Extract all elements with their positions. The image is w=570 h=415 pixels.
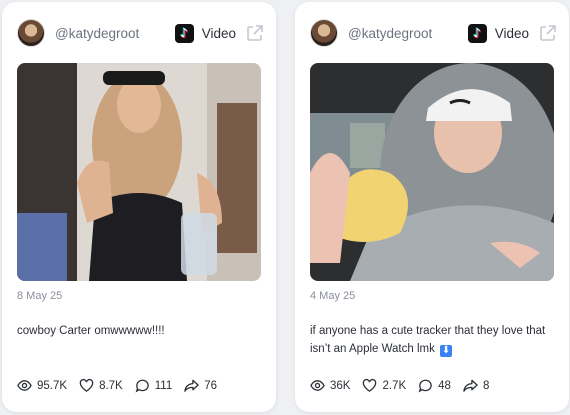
engagement-stats: 95.7K 8.7K 111 76 <box>17 378 229 393</box>
post-date: 8 May 25 <box>17 290 63 302</box>
views-stat: 36K <box>310 378 350 393</box>
username-handle[interactable]: @katydegroot <box>55 26 139 41</box>
likes-count: 2.7K <box>382 379 407 392</box>
comments-count: 48 <box>438 379 451 392</box>
shares-stat: 76 <box>184 378 217 393</box>
platform-label: Video <box>201 25 236 41</box>
comments-stat: 111 <box>135 378 172 393</box>
eye-icon <box>17 380 32 391</box>
username-handle[interactable]: @katydegroot <box>348 26 432 41</box>
share-icon <box>463 379 478 392</box>
share-icon <box>184 379 199 392</box>
card-header: @katydegroot ♪ Video <box>17 18 264 48</box>
caption-text: cowboy Carter omwwwww!!!! <box>17 325 165 337</box>
likes-count: 8.7K <box>99 379 123 392</box>
shares-count: 8 <box>482 379 490 392</box>
comment-icon <box>418 379 432 393</box>
post-date: 4 May 25 <box>310 290 356 302</box>
video-thumbnail[interactable] <box>310 63 554 281</box>
post-caption: if anyone has a cute tracker that they l… <box>310 322 551 358</box>
post-card[interactable]: @katydegroot ♪ Video 8 May 25 cowboy Car… <box>2 2 276 412</box>
video-thumbnail[interactable] <box>17 63 261 281</box>
caption-text: if anyone has a cute tracker that they l… <box>310 325 546 355</box>
post-card[interactable]: @katydegroot ♪ Video 4 May 25 if anyone … <box>295 2 569 412</box>
avatar[interactable] <box>310 19 338 47</box>
views-count: 36K <box>330 379 351 392</box>
tiktok-icon: ♪ <box>174 23 194 43</box>
tiktok-icon: ♪ <box>467 23 487 43</box>
comment-icon <box>135 379 149 393</box>
shares-stat: 8 <box>463 378 489 393</box>
views-stat: 95.7K <box>17 378 67 393</box>
comments-count: 111 <box>154 379 173 392</box>
comments-stat: 48 <box>418 378 451 393</box>
avatar[interactable] <box>17 19 45 47</box>
platform-label: Video <box>494 25 529 41</box>
post-caption: cowboy Carter omwwwww!!!! <box>17 322 258 340</box>
heart-icon <box>79 378 94 392</box>
eye-icon <box>310 380 325 391</box>
card-header: @katydegroot ♪ Video <box>310 18 557 48</box>
external-link-icon[interactable] <box>539 24 557 42</box>
heart-icon <box>363 378 377 392</box>
likes-stat: 8.7K <box>79 378 123 393</box>
likes-stat: 2.7K <box>362 378 406 393</box>
shares-count: 76 <box>204 379 218 392</box>
down-arrow-emoji: ⬇ <box>440 345 453 357</box>
engagement-stats: 36K 2.7K 48 8 <box>310 378 501 393</box>
external-link-icon[interactable] <box>246 24 264 42</box>
views-count: 95.7K <box>37 379 68 392</box>
